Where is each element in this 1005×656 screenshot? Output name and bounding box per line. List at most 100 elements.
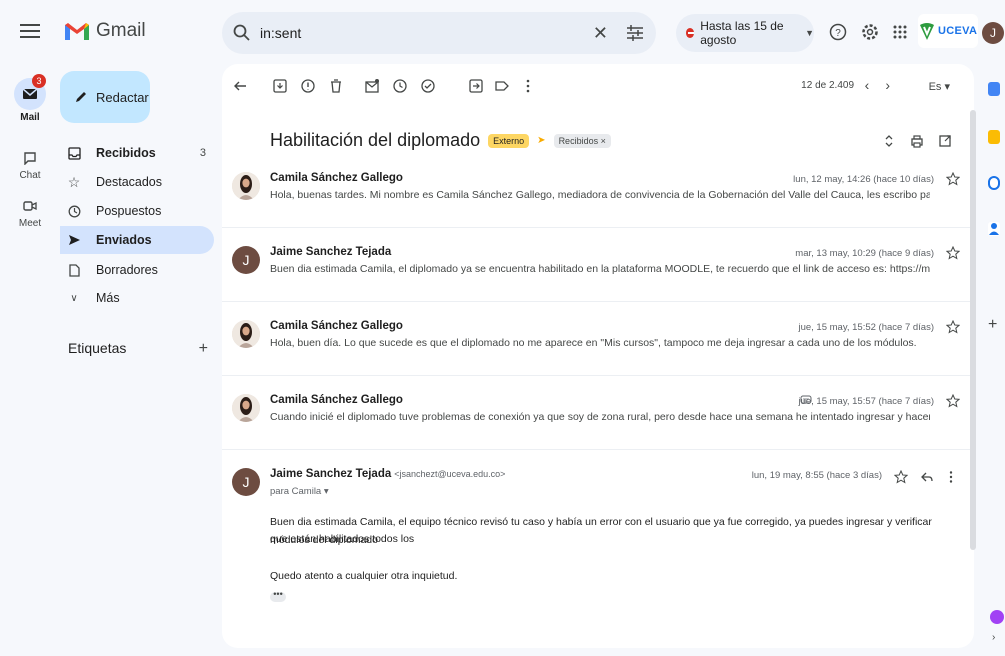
send-icon: [66, 232, 82, 248]
gmail-logo[interactable]: Gmail: [64, 20, 146, 42]
nav-inbox[interactable]: Recibidos 3: [60, 139, 214, 167]
message-toolbar: 12 de 2.409 ‹› Es ▾: [222, 64, 974, 108]
scrollbar[interactable]: [970, 110, 976, 550]
divider: [222, 375, 974, 376]
mark-unread-icon[interactable]: [364, 78, 380, 94]
star-icon[interactable]: [894, 470, 908, 484]
rail-mail-label: Mail: [20, 112, 40, 123]
inbox-icon: [66, 145, 82, 161]
snooze-icon[interactable]: [392, 78, 408, 94]
chevron-down-icon: ∨: [70, 292, 78, 304]
sender-name: Camila Sánchez Gallego: [270, 320, 403, 332]
move-to-icon[interactable]: [468, 78, 484, 94]
clock-icon: [66, 203, 82, 219]
divider: [222, 449, 974, 450]
nav-count: 3: [199, 147, 206, 159]
gmail-m-icon: [65, 23, 89, 40]
print-icon[interactable]: [910, 134, 924, 148]
keep-icon[interactable]: [988, 130, 1000, 144]
importance-marker-icon[interactable]: ➤: [537, 135, 545, 146]
back-arrow-icon[interactable]: [232, 78, 248, 94]
clear-search-icon[interactable]: ✕: [593, 23, 608, 44]
open-new-window-icon[interactable]: [938, 134, 952, 148]
nav-label: Destacados: [96, 175, 163, 189]
star-icon[interactable]: [946, 320, 960, 334]
message-pane: 12 de 2.409 ‹› Es ▾ Habilitación del dip…: [222, 64, 974, 648]
collapsed-message[interactable]: Camila Sánchez Gallego Hola, buen día. L…: [222, 320, 974, 376]
subject-title: Habilitación del diplomado: [270, 130, 481, 150]
rail-mail[interactable]: 3 Mail: [0, 74, 60, 123]
message-snippet: Buen dia estimada Camila, el diplomado y…: [270, 263, 930, 275]
sender-name: Camila Sánchez Gallego: [270, 394, 403, 406]
search-input[interactable]: in:sent: [260, 25, 593, 41]
nav-starred[interactable]: ☆ Destacados: [60, 168, 214, 196]
sender-name-text: Jaime Sanchez Tejada: [270, 468, 392, 480]
search-icon[interactable]: [232, 23, 252, 43]
add-addon-icon[interactable]: +: [988, 316, 997, 334]
main-menu-button[interactable]: [16, 20, 44, 44]
nav-sent[interactable]: Enviados: [60, 226, 214, 254]
help-icon[interactable]: ?: [828, 22, 848, 42]
message-date: mar, 13 may, 10:29 (hace 9 días): [795, 248, 934, 259]
star-icon[interactable]: [946, 246, 960, 260]
tasks-icon[interactable]: [988, 176, 1000, 190]
pager-arrows[interactable]: ‹›: [865, 77, 906, 93]
gemini-icon[interactable]: [990, 610, 1004, 624]
mail-unread-badge: 3: [32, 74, 46, 88]
nav-more[interactable]: ∨ Más: [60, 284, 214, 312]
input-language-selector[interactable]: Es ▾: [929, 80, 950, 93]
inbox-label-chip[interactable]: Recibidos ×: [553, 133, 611, 148]
star-icon[interactable]: [946, 394, 960, 408]
recipient-text: para Camila: [270, 486, 322, 497]
apps-grid-icon[interactable]: [890, 22, 910, 42]
sender-name: Jaime Sanchez Tejada: [270, 246, 392, 258]
recipient-line[interactable]: para Camila ▾: [270, 486, 329, 497]
organization-logo[interactable]: UCEVA: [918, 14, 978, 48]
message-date: jue, 15 may, 15:52 (hace 7 días): [798, 322, 934, 333]
calendar-icon[interactable]: [988, 82, 1000, 96]
archive-icon[interactable]: [272, 78, 288, 94]
label-icon[interactable]: [494, 78, 510, 94]
chevron-down-icon: ▼: [805, 28, 814, 38]
sender-avatar: J: [232, 468, 260, 496]
mail-icon: 3: [14, 74, 46, 110]
nav-snoozed[interactable]: Pospuestos: [60, 197, 214, 225]
collapsed-message[interactable]: J Jaime Sanchez Tejada Buen dia estimada…: [222, 246, 974, 302]
search-options-icon[interactable]: [626, 25, 644, 41]
expand-panel-icon[interactable]: ›: [992, 632, 995, 643]
chat-icon: [14, 142, 46, 174]
more-vert-icon[interactable]: [944, 470, 958, 484]
star-icon[interactable]: [946, 172, 960, 186]
sender-name: Camila Sánchez Gallego: [270, 172, 403, 184]
pager-count: 12 de 2.409: [801, 80, 854, 91]
rail-chat[interactable]: Chat: [0, 142, 60, 181]
search-bar[interactable]: in:sent ✕: [222, 12, 656, 54]
nav-label: Más: [96, 291, 120, 305]
nav-label: Pospuestos: [96, 204, 162, 218]
collapsed-message[interactable]: Camila Sánchez Gallego Cuando inicié el …: [222, 394, 974, 450]
nav-drafts[interactable]: Borradores: [60, 256, 214, 284]
message-body-line: módulos del diplomado: [270, 534, 378, 546]
more-vert-icon[interactable]: [520, 78, 536, 94]
contacts-icon[interactable]: [988, 222, 1000, 236]
collapsed-message[interactable]: Camila Sánchez Gallego Hola, buenas tard…: [222, 172, 974, 228]
expanded-message: J Jaime Sanchez Tejada <jsanchezt@uceva.e…: [222, 468, 974, 648]
star-icon: ☆: [67, 173, 81, 190]
sender-avatar: [232, 394, 260, 422]
add-label-button[interactable]: +: [199, 340, 208, 358]
uceva-emblem-icon: [920, 23, 934, 40]
show-trimmed-content-button[interactable]: •••: [270, 590, 286, 602]
expand-all-icon[interactable]: [882, 134, 896, 148]
compose-button[interactable]: Redactar: [60, 71, 150, 123]
status-chip[interactable]: Hasta las 15 de agosto ▼: [676, 14, 814, 52]
status-label: Hasta las 15 de agosto: [700, 19, 784, 47]
rail-meet[interactable]: Meet: [0, 190, 60, 229]
settings-icon[interactable]: [860, 22, 880, 42]
message-date: jue, 15 may, 15:57 (hace 7 días): [798, 396, 934, 407]
add-task-icon[interactable]: [420, 78, 436, 94]
account-avatar[interactable]: J: [982, 22, 1004, 44]
report-spam-icon[interactable]: [300, 78, 316, 94]
message-body-line: Quedo atento a cualquier otra inquietud.: [270, 570, 458, 582]
delete-icon[interactable]: [328, 78, 344, 94]
reply-icon[interactable]: [920, 471, 934, 483]
